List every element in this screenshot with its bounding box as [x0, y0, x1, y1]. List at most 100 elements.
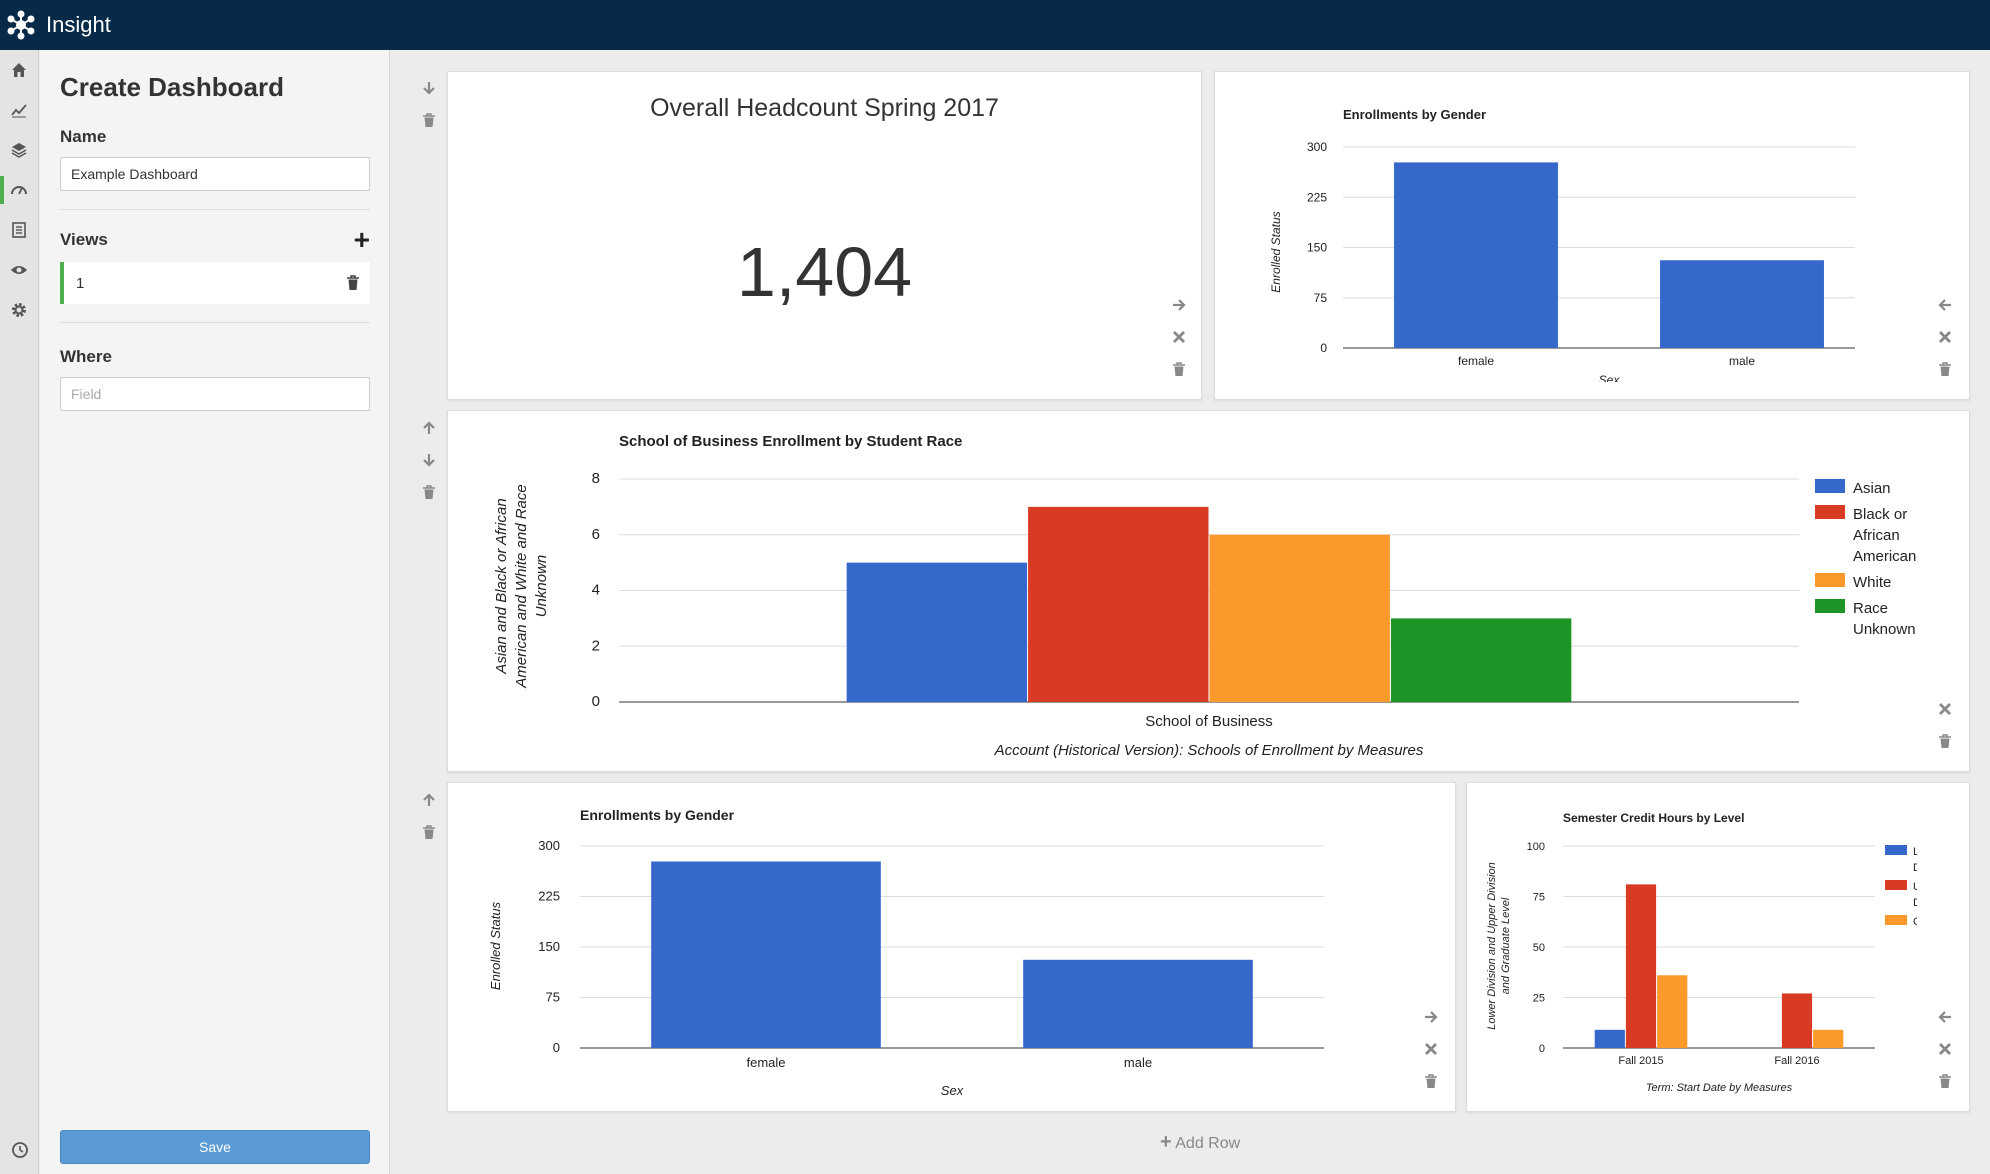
nav-home[interactable] — [0, 50, 38, 90]
add-row-label: Add Row — [1175, 1135, 1241, 1152]
nav-views[interactable] — [0, 250, 38, 290]
move-left-icon — [1938, 1011, 1951, 1023]
chart-enrollments-by-gender: Enrollments by Gender 300 225 150 75 0 Enrolle… — [1269, 107, 1855, 382]
x-category-label: Fall 2016 — [1774, 1055, 1819, 1067]
y-tick-label: 8 — [592, 470, 600, 487]
nav-history[interactable] — [0, 1130, 39, 1170]
y-tick-label: 300 — [538, 838, 560, 853]
dashboard-name-input[interactable] — [60, 157, 370, 191]
bar-male — [1023, 959, 1253, 1048]
nav-reports[interactable] — [0, 210, 38, 250]
chart-title: School of Business Enrollment by Student… — [619, 433, 962, 450]
headcount-panel: Overall Headcount Spring 2017 1,404 — [447, 71, 1202, 400]
app-name: Insight — [46, 12, 111, 37]
trash-button[interactable] — [1934, 358, 1956, 380]
y-tick-label: 6 — [592, 526, 600, 543]
nav-layers[interactable] — [0, 130, 38, 170]
move-down-button[interactable] — [418, 77, 440, 99]
y-axis-label: Enrolled Status — [1269, 211, 1283, 292]
move-down-icon — [423, 454, 435, 467]
clock-icon — [11, 1142, 28, 1158]
save-button[interactable]: Save — [60, 1130, 370, 1164]
bar-grad — [1813, 1029, 1844, 1048]
trash-button[interactable] — [1420, 1070, 1442, 1092]
move-left-button[interactable] — [1934, 294, 1956, 316]
x-category-label: School of Business — [1145, 713, 1273, 730]
bar-black-or-african-american — [1028, 506, 1209, 702]
bar-lower-division — [1594, 1029, 1625, 1048]
trash-icon — [423, 113, 435, 127]
bar-upper-division — [1781, 993, 1813, 1048]
legend-swatch-black-or-african-american — [1815, 505, 1845, 519]
where-field-input[interactable] — [60, 377, 370, 411]
close-button[interactable] — [1934, 1038, 1956, 1060]
trash-icon — [1939, 734, 1951, 748]
sidebar-title: Create Dashboard — [60, 72, 284, 102]
y-tick-label: 225 — [1307, 190, 1327, 204]
add-row-button[interactable]: + Add Row — [1160, 1131, 1240, 1154]
legend-swatch-race-unknown — [1815, 599, 1845, 613]
move-right-button[interactable] — [1168, 294, 1190, 316]
x-category-label: female — [1458, 354, 1494, 368]
app-logo[interactable]: Insight — [6, 10, 111, 40]
close-button[interactable] — [1420, 1038, 1442, 1060]
trash-button[interactable] — [418, 109, 440, 131]
nav-rail — [0, 50, 39, 1174]
trash-icon — [1939, 362, 1951, 376]
chart-panel-enrollments-by-gender-bottom: Enrollments by Gender 300 225 150 75 0 Enrolle… — [447, 782, 1456, 1112]
trash-button[interactable] — [1934, 1070, 1956, 1092]
bar-male — [1660, 260, 1824, 348]
chart-panel-business-race: School of Business Enrollment by Student… — [447, 410, 1970, 772]
move-right-icon — [1425, 1011, 1438, 1023]
trash-button[interactable] — [1168, 358, 1190, 380]
insight-logo-icon — [7, 10, 35, 40]
bar-female — [1394, 162, 1558, 348]
move-up-button[interactable] — [418, 789, 440, 811]
bar-grad — [1657, 975, 1688, 1048]
trash-button[interactable] — [418, 481, 440, 503]
views-header: Views + — [60, 226, 370, 254]
trash-button[interactable] — [1934, 730, 1956, 752]
divider — [60, 209, 370, 210]
y-tick-label: 300 — [1307, 140, 1327, 154]
move-up-button[interactable] — [418, 417, 440, 439]
x-axis-label: Account (Historical Version): Schools of… — [994, 742, 1424, 759]
legend-label: Unknown — [1853, 621, 1916, 638]
trash-button[interactable] — [418, 821, 440, 843]
legend-label: Lower — [1913, 846, 1917, 858]
nav-analytics[interactable] — [0, 90, 38, 130]
view-list-item[interactable]: 1 — [60, 262, 370, 304]
y-axis-label: American and White and Race — [513, 484, 530, 688]
close-button[interactable] — [1934, 698, 1956, 720]
y-tick-label: 150 — [538, 939, 560, 954]
y-tick-label: 100 — [1527, 841, 1545, 853]
nav-dashboards[interactable] — [0, 170, 38, 210]
move-right-button[interactable] — [1420, 1006, 1442, 1028]
add-view-button[interactable]: + — [354, 226, 370, 254]
nav-settings[interactable] — [0, 290, 38, 330]
y-tick-label: 50 — [1533, 942, 1545, 954]
trash-icon[interactable] — [346, 275, 360, 291]
x-category-label: male — [1124, 1055, 1152, 1070]
chart-panel-enrollments-by-gender-top: Enrollments by Gender 300 225 150 75 0 Enrolle… — [1214, 71, 1970, 400]
y-axis-label: Unknown — [533, 555, 550, 618]
y-axis-label: Asian and Black or African — [493, 498, 510, 674]
move-left-button[interactable] — [1934, 1006, 1956, 1028]
y-tick-label: 0 — [553, 1040, 560, 1055]
y-tick-label: 75 — [1314, 291, 1328, 305]
trash-icon — [423, 825, 435, 839]
move-down-button[interactable] — [418, 449, 440, 471]
chart-school-of-business-race: School of Business Enrollment by Student… — [493, 433, 1916, 759]
bar-asian — [846, 562, 1028, 702]
move-up-icon — [423, 793, 435, 806]
close-button[interactable] — [1934, 326, 1956, 348]
bar-female — [651, 861, 881, 1048]
trash-icon — [1939, 1074, 1951, 1088]
close-button[interactable] — [1168, 326, 1190, 348]
trash-icon — [1425, 1074, 1437, 1088]
chart-panel-credit-hours: Semester Credit Hours by Level 100 75 50 25 0… — [1466, 782, 1970, 1112]
where-label: Where — [60, 347, 112, 366]
close-icon — [1939, 331, 1951, 343]
close-icon — [1173, 331, 1185, 343]
x-axis-label: Term: Start Date by Measures — [1646, 1082, 1793, 1094]
